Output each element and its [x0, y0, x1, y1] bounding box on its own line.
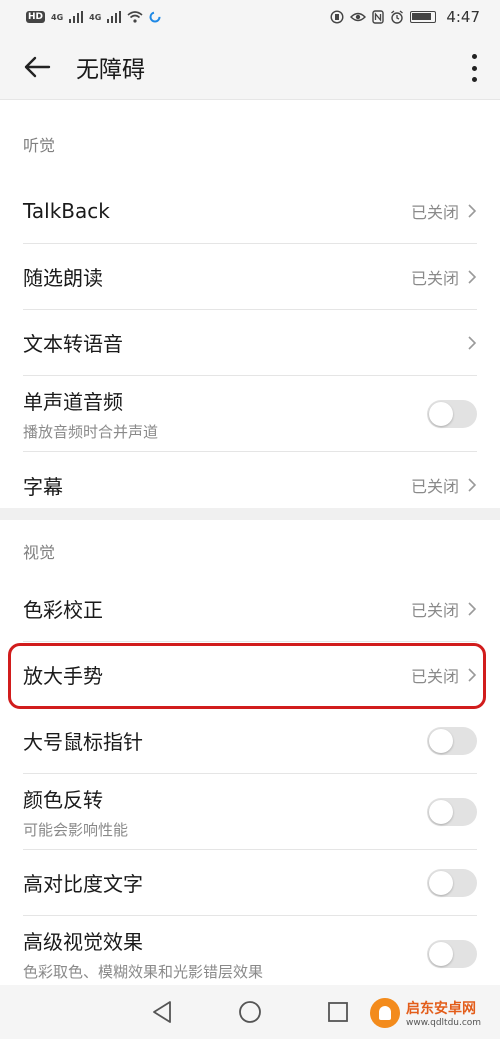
watermark: 启东安卓网 www.qdltdu.com — [370, 990, 498, 1036]
row-title: 高对比度文字 — [23, 872, 143, 896]
back-arrow-icon[interactable] — [22, 52, 52, 82]
battery-icon — [410, 11, 437, 23]
mono-audio-row[interactable]: 单声道音频 播放音频时合并声道 — [23, 376, 477, 452]
chevron-right-icon — [468, 667, 477, 682]
wifi-icon — [127, 11, 143, 23]
more-options-icon[interactable] — [470, 54, 478, 82]
page-title: 无障碍 — [76, 56, 145, 83]
clock-time: 4:47 — [446, 8, 480, 26]
status-value: 已关闭 — [410, 202, 459, 222]
row-right: 已关闭 — [411, 265, 477, 289]
magnification-gestures-row[interactable]: 放大手势 已关闭 — [23, 642, 477, 708]
row-text: 颜色反转 可能会影响性能 — [23, 784, 128, 840]
sync-icon — [149, 11, 161, 23]
status-left: HD 4G 4G — [26, 11, 161, 23]
signal-label-2: 4G — [89, 12, 102, 22]
section-header-hearing: 听觉 — [23, 136, 56, 155]
watermark-text: 启东安卓网 www.qdltdu.com — [406, 998, 481, 1028]
status-right: 4:47 — [330, 8, 480, 26]
row-subtitle: 播放音频时合并声道 — [23, 422, 159, 441]
hearing-section: 听觉 TalkBack 已关闭 随选朗读 已关闭 文本转语音 单声道音频 播放音… — [0, 100, 500, 508]
hd-badge: HD — [26, 11, 46, 23]
signal-label-1: 4G — [51, 12, 64, 22]
text-to-speech-row[interactable]: 文本转语音 — [23, 310, 477, 376]
row-title: 颜色反转 — [23, 787, 103, 812]
row-right: 已关闭 — [411, 663, 477, 687]
row-right: 已关闭 — [411, 597, 477, 621]
row-title: TalkBack — [23, 198, 110, 223]
talkback-row[interactable]: TalkBack 已关闭 — [23, 178, 477, 244]
status-value: 已关闭 — [410, 477, 459, 496]
mono-audio-toggle[interactable] — [427, 399, 477, 428]
nav-recents-icon[interactable] — [322, 996, 354, 1028]
data-saver-icon — [330, 10, 344, 24]
color-inversion-row[interactable]: 颜色反转 可能会影响性能 — [23, 774, 477, 850]
status-bar: HD 4G 4G 4:47 — [0, 0, 500, 34]
nav-home-icon[interactable] — [234, 996, 266, 1028]
signal-bars-icon — [69, 11, 84, 23]
advanced-visual-effects-toggle[interactable] — [427, 940, 477, 968]
row-title: 单声道音频 — [23, 389, 123, 414]
alarm-icon — [391, 10, 404, 24]
nav-back-icon[interactable] — [146, 996, 178, 1028]
row-subtitle: 可能会影响性能 — [23, 820, 129, 839]
large-pointer-toggle[interactable] — [427, 726, 477, 755]
high-contrast-text-toggle[interactable] — [427, 868, 477, 897]
row-right — [467, 335, 477, 351]
row-title: 随选朗读 — [23, 266, 103, 290]
status-value: 已关闭 — [410, 268, 459, 288]
watermark-name: 启东安卓网 — [406, 1001, 476, 1017]
row-title: 色彩校正 — [23, 598, 103, 622]
section-header-vision: 视觉 — [23, 543, 56, 562]
row-subtitle: 色彩取色、模糊效果和光影错层效果 — [23, 963, 264, 981]
eye-comfort-icon — [350, 12, 367, 22]
chevron-right-icon — [468, 601, 477, 616]
select-to-speak-row[interactable]: 随选朗读 已关闭 — [23, 244, 477, 310]
captions-row[interactable]: 字幕 已关闭 — [23, 452, 477, 518]
nfc-icon — [372, 10, 385, 24]
row-title: 字幕 — [23, 474, 63, 499]
color-inversion-toggle[interactable] — [427, 797, 477, 826]
status-value: 已关闭 — [410, 600, 459, 620]
row-text: 单声道音频 播放音频时合并声道 — [23, 386, 158, 442]
color-correction-row[interactable]: 色彩校正 已关闭 — [23, 576, 477, 642]
row-title: 高级视觉效果 — [23, 930, 143, 954]
chevron-right-icon — [468, 203, 477, 218]
app-bar: 无障碍 — [0, 34, 500, 100]
chevron-right-icon — [468, 269, 477, 284]
advanced-visual-effects-row[interactable]: 高级视觉效果 色彩取色、模糊效果和光影错层效果 — [23, 916, 477, 985]
row-right: 已关闭 — [411, 199, 477, 223]
high-contrast-text-row[interactable]: 高对比度文字 — [23, 850, 477, 916]
row-text: 高级视觉效果 色彩取色、模糊效果和光影错层效果 — [23, 926, 263, 982]
watermark-logo-icon — [370, 998, 400, 1028]
row-right: 已关闭 — [411, 473, 477, 497]
watermark-url: www.qdltdu.com — [406, 1018, 482, 1028]
row-title: 大号鼠标指针 — [23, 730, 143, 754]
status-value: 已关闭 — [410, 666, 459, 686]
chevron-right-icon — [468, 335, 477, 350]
large-pointer-row[interactable]: 大号鼠标指针 — [23, 708, 477, 774]
signal-bars-icon — [107, 11, 122, 23]
row-title: 放大手势 — [23, 664, 103, 688]
vision-section: 视觉 色彩校正 已关闭 放大手势 已关闭 大号鼠标指针 颜色反转 可能会影响性能… — [0, 520, 500, 985]
chevron-right-icon — [468, 478, 477, 492]
row-title: 文本转语音 — [23, 332, 123, 356]
